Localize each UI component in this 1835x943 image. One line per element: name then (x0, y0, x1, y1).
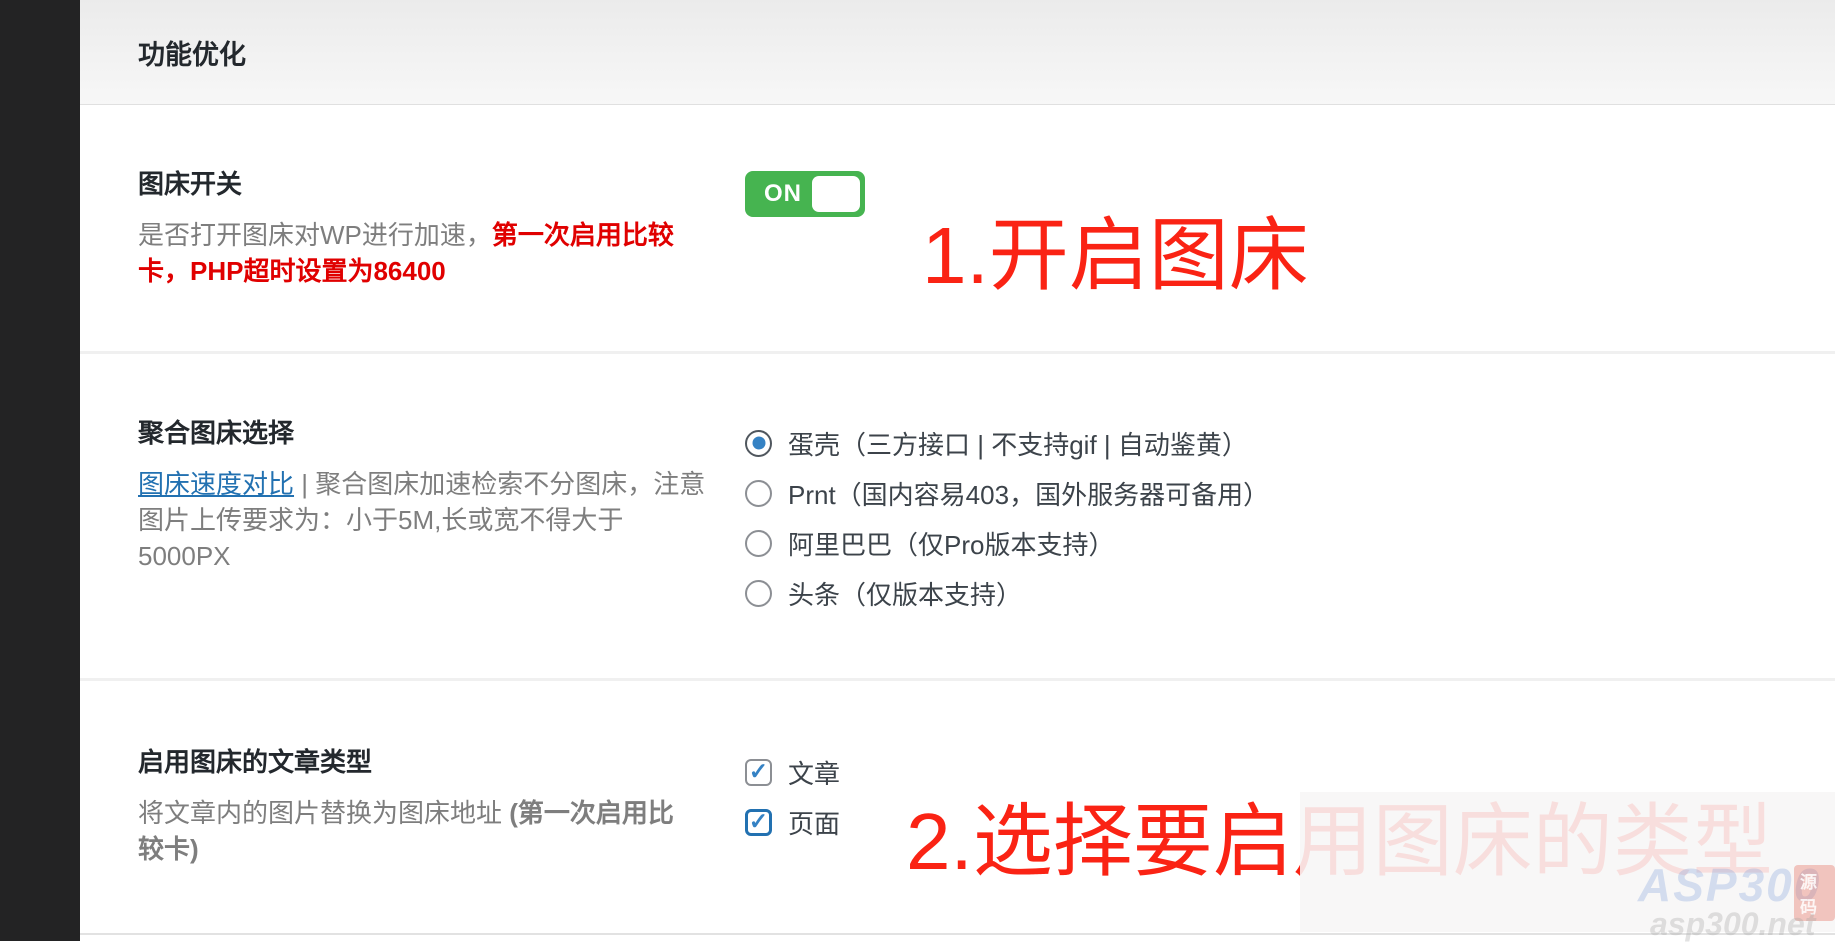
setting-row-control: ON (745, 167, 865, 351)
radio-group-image-bed: 蛋壳（三方接口 | 不支持gif | 自动鉴黄） Prnt（国内容易403，国外… (745, 418, 1269, 678)
app-root: 功能优化 图床开关 是否打开图床对WP进行加速，第一次启用比较 卡，PHP超时设… (0, 0, 1835, 935)
image-bed-toggle[interactable]: ON (745, 171, 865, 217)
setting-row-post-types: 启用图床的文章类型 将文章内的图片替换为图床地址 (第一次启用比 较卡) ✓ 文… (80, 681, 1835, 935)
check-icon: ✓ (749, 760, 768, 783)
setting-label-switch: 图床开关 (138, 167, 710, 201)
check-icon: ✓ (749, 810, 768, 833)
radio-icon[interactable] (745, 530, 772, 557)
checkbox-group-post-types: ✓ 文章 ✓ 页面 (745, 747, 840, 933)
checkbox-option-label: 页面 (788, 804, 840, 841)
radio-option-prnt[interactable]: Prnt（国内容易403，国外服务器可备用） (745, 468, 1269, 518)
setting-row-bed-select: 聚合图床选择 图床速度对比 | 聚合图床加速检索不分图床，注意 图片上传要求为：… (80, 354, 1835, 681)
setting-desc-switch: 是否打开图床对WP进行加速，第一次启用比较 卡，PHP超时设置为86400 (138, 217, 710, 289)
radio-selected-icon[interactable] (745, 430, 772, 457)
checkbox-option-post[interactable]: ✓ 文章 (745, 747, 840, 797)
radio-option-danke[interactable]: 蛋壳（三方接口 | 不支持gif | 自动鉴黄） (745, 418, 1269, 468)
checkbox-option-label: 文章 (788, 754, 840, 791)
checkbox-checked-icon[interactable]: ✓ (745, 759, 772, 786)
setting-row-text: 图床开关 是否打开图床对WP进行加速，第一次启用比较 卡，PHP超时设置为864… (138, 167, 710, 351)
desc-normal-text: 将文章内的图片替换为图床地址 (138, 798, 509, 828)
setting-row-text: 聚合图床选择 图床速度对比 | 聚合图床加速检索不分图床，注意 图片上传要求为：… (138, 416, 710, 678)
desc-normal-text: 是否打开图床对WP进行加速， (138, 220, 492, 250)
radio-option-label: 头条（仅版本支持） (788, 575, 1022, 612)
radio-option-toutiao[interactable]: 头条（仅版本支持） (745, 568, 1269, 618)
radio-option-alibaba[interactable]: 阿里巴巴（仅Pro版本支持） (745, 518, 1269, 568)
toggle-knob[interactable] (812, 176, 860, 212)
setting-row-text: 启用图床的文章类型 将文章内的图片替换为图床地址 (第一次启用比 较卡) (138, 745, 710, 933)
checkbox-option-page[interactable]: ✓ 页面 (745, 797, 840, 847)
radio-option-label: Prnt（国内容易403，国外服务器可备用） (788, 475, 1269, 512)
setting-desc-bed-select: 图床速度对比 | 聚合图床加速检索不分图床，注意 图片上传要求为：小于5M,长或… (138, 466, 710, 574)
page-title: 功能优化 (138, 33, 246, 72)
setting-label-bed-select: 聚合图床选择 (138, 416, 710, 450)
radio-option-label: 蛋壳（三方接口 | 不支持gif | 自动鉴黄） (788, 425, 1248, 462)
radio-icon[interactable] (745, 580, 772, 607)
checkbox-checked-focused-icon[interactable]: ✓ (745, 809, 772, 836)
speed-compare-link[interactable]: 图床速度对比 (138, 469, 294, 499)
radio-option-label: 阿里巴巴（仅Pro版本支持） (788, 525, 1114, 562)
setting-desc-post-types: 将文章内的图片替换为图床地址 (第一次启用比 较卡) (138, 795, 710, 867)
toggle-on-label: ON (764, 180, 802, 208)
radio-icon[interactable] (745, 480, 772, 507)
setting-row-image-bed-switch: 图床开关 是否打开图床对WP进行加速，第一次启用比较 卡，PHP超时设置为864… (80, 105, 1835, 354)
admin-sidebar[interactable] (0, 0, 80, 941)
settings-panel: 功能优化 图床开关 是否打开图床对WP进行加速，第一次启用比较 卡，PHP超时设… (80, 0, 1835, 935)
page-header: 功能优化 (80, 0, 1835, 105)
setting-label-post-types: 启用图床的文章类型 (138, 745, 710, 779)
